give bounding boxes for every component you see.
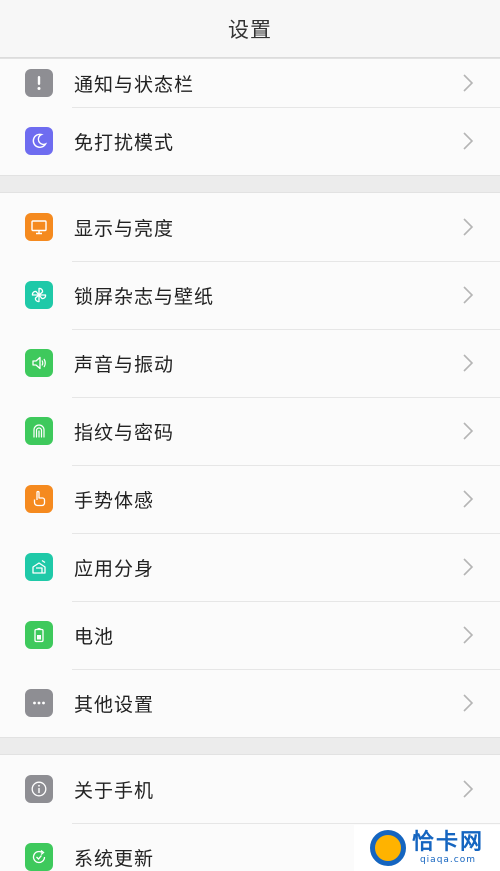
setting-item-about-phone[interactable]: 关于手机 — [0, 755, 500, 823]
watermark-emblem-icon — [369, 830, 406, 866]
setting-label: 电池 — [74, 625, 115, 648]
setting-label: 关于手机 — [74, 779, 155, 802]
moon-icon — [25, 127, 53, 155]
info-icon — [25, 775, 53, 803]
chevron-right-icon — [458, 693, 478, 713]
settings-group-2: 显示与亮度 锁屏杂志与壁纸 声音与振动 指纹与密码 手势体感 应用分身 电池 其… — [0, 192, 500, 738]
monitor-icon — [25, 213, 53, 241]
setting-item-other-settings[interactable]: 其他设置 — [0, 669, 500, 737]
header-bar: 设置 — [0, 0, 500, 58]
update-icon — [25, 843, 53, 871]
setting-item-battery[interactable]: 电池 — [0, 601, 500, 669]
section-divider — [0, 738, 500, 754]
chevron-right-icon — [458, 73, 478, 93]
speaker-icon — [25, 349, 53, 377]
setting-label: 通知与状态栏 — [74, 73, 195, 96]
page-title: 设置 — [228, 17, 272, 42]
watermark-text: 恰卡网 — [411, 829, 484, 855]
chevron-right-icon — [458, 557, 478, 577]
chevron-right-icon — [458, 131, 478, 151]
setting-item-gestures[interactable]: 手势体感 — [0, 465, 500, 533]
setting-label: 锁屏杂志与壁纸 — [74, 285, 215, 308]
section-divider — [0, 176, 500, 192]
chevron-right-icon — [458, 285, 478, 305]
settings-group-1: 通知与状态栏 免打扰模式 — [0, 58, 500, 176]
setting-label: 显示与亮度 — [74, 217, 175, 240]
setting-item-sound-vibration[interactable]: 声音与振动 — [0, 329, 500, 397]
setting-label: 免打扰模式 — [74, 131, 175, 154]
setting-label: 指纹与密码 — [74, 421, 175, 444]
battery-icon — [25, 621, 53, 649]
setting-label: 应用分身 — [74, 557, 155, 580]
more-dots-icon — [25, 689, 53, 717]
fingerprint-icon — [25, 417, 53, 445]
setting-item-fingerprint-password[interactable]: 指纹与密码 — [0, 397, 500, 465]
setting-item-display-brightness[interactable]: 显示与亮度 — [0, 193, 500, 261]
setting-item-app-clone[interactable]: 应用分身 — [0, 533, 500, 601]
setting-item-do-not-disturb[interactable]: 免打扰模式 — [0, 107, 500, 175]
setting-item-notifications[interactable]: 通知与状态栏 — [0, 59, 500, 107]
chevron-right-icon — [458, 217, 478, 237]
chevron-right-icon — [458, 779, 478, 799]
watermark-logo: 恰卡网 qiaqa.com — [354, 825, 500, 871]
pinwheel-icon — [25, 281, 53, 309]
app-clone-icon — [25, 553, 53, 581]
watermark-url: qiaqa.com — [419, 854, 477, 865]
chevron-right-icon — [458, 625, 478, 645]
setting-label: 手势体感 — [74, 489, 155, 512]
chevron-right-icon — [458, 421, 478, 441]
chevron-right-icon — [458, 489, 478, 509]
setting-item-lockscreen-wallpaper[interactable]: 锁屏杂志与壁纸 — [0, 261, 500, 329]
chevron-right-icon — [458, 353, 478, 373]
setting-label: 其他设置 — [74, 693, 155, 716]
hand-pointer-icon — [25, 485, 53, 513]
exclamation-icon — [25, 69, 53, 97]
setting-label: 声音与振动 — [74, 353, 175, 376]
